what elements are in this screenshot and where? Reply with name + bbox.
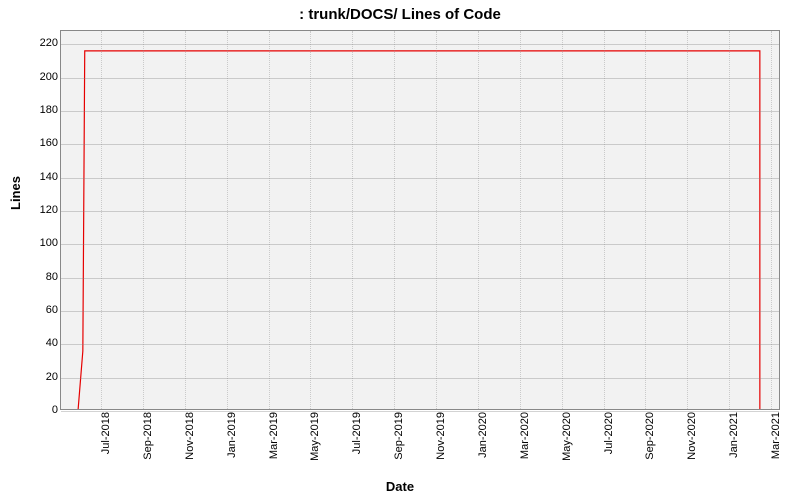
x-axis-label: Date (0, 479, 800, 494)
x-gridline (310, 31, 311, 409)
x-tick-label: Nov-2019 (435, 412, 447, 460)
x-gridline (352, 31, 353, 409)
x-tick-label: Nov-2018 (184, 412, 196, 460)
y-axis-label: Lines (8, 176, 23, 210)
x-tick-label: Jan-2020 (477, 412, 489, 458)
x-tick-label: Nov-2020 (686, 412, 698, 460)
x-gridline (771, 31, 772, 409)
x-tick-label: May-2019 (309, 412, 321, 461)
x-tick-label: Mar-2019 (268, 412, 280, 459)
x-tick-label: May-2020 (561, 412, 573, 461)
x-gridline (394, 31, 395, 409)
y-gridline (61, 78, 779, 79)
x-gridline (687, 31, 688, 409)
x-tick-label: Jul-2019 (351, 412, 363, 454)
x-tick-label: Sep-2018 (142, 412, 154, 460)
y-tick-label: 60 (22, 304, 58, 316)
y-tick-label: 100 (22, 237, 58, 249)
y-tick-label: 200 (22, 71, 58, 83)
y-gridline (61, 278, 779, 279)
x-gridline (185, 31, 186, 409)
x-gridline (101, 31, 102, 409)
y-tick-label: 40 (22, 337, 58, 349)
x-gridline (645, 31, 646, 409)
y-tick-label: 80 (22, 271, 58, 283)
y-gridline (61, 311, 779, 312)
y-tick-label: 20 (22, 371, 58, 383)
chart-title: : trunk/DOCS/ Lines of Code (0, 6, 800, 23)
x-tick-label: Jan-2021 (728, 412, 740, 458)
plot-area (60, 30, 780, 410)
y-gridline (61, 411, 779, 412)
x-tick-label: Sep-2020 (644, 412, 656, 460)
y-tick-label: 160 (22, 137, 58, 149)
x-gridline (227, 31, 228, 409)
y-tick-label: 140 (22, 171, 58, 183)
y-tick-label: 220 (22, 37, 58, 49)
x-gridline (604, 31, 605, 409)
y-gridline (61, 244, 779, 245)
y-tick-label: 120 (22, 204, 58, 216)
x-tick-label: Jan-2019 (226, 412, 238, 458)
x-tick-label: Jul-2020 (603, 412, 615, 454)
x-tick-label: Jul-2018 (100, 412, 112, 454)
x-tick-label: Sep-2019 (393, 412, 405, 460)
x-gridline (729, 31, 730, 409)
x-tick-label: Mar-2020 (519, 412, 531, 459)
x-gridline (478, 31, 479, 409)
line-series (61, 31, 779, 409)
x-gridline (562, 31, 563, 409)
x-gridline (436, 31, 437, 409)
x-gridline (269, 31, 270, 409)
x-tick-label: Mar-2021 (770, 412, 782, 459)
y-gridline (61, 178, 779, 179)
y-tick-label: 0 (22, 404, 58, 416)
y-tick-label: 180 (22, 104, 58, 116)
y-gridline (61, 344, 779, 345)
x-gridline (143, 31, 144, 409)
chart-container: : trunk/DOCS/ Lines of Code Lines Date 0… (0, 0, 800, 500)
x-gridline (520, 31, 521, 409)
y-gridline (61, 211, 779, 212)
y-gridline (61, 378, 779, 379)
y-gridline (61, 144, 779, 145)
y-gridline (61, 111, 779, 112)
y-gridline (61, 44, 779, 45)
